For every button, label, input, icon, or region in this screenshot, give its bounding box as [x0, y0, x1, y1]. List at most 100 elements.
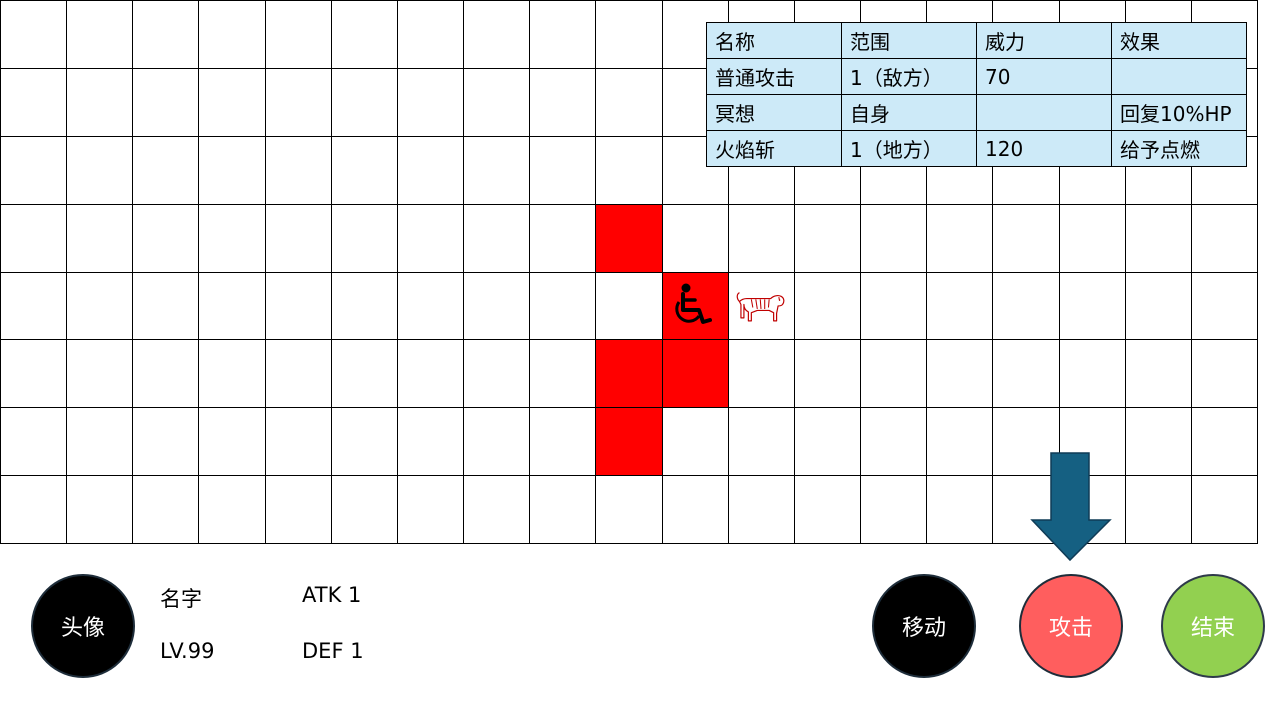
board-cell[interactable] [1125, 272, 1192, 341]
board-cell[interactable] [927, 204, 994, 273]
board-cell[interactable] [464, 408, 531, 477]
board-cell[interactable] [530, 68, 597, 137]
board-cell[interactable] [331, 68, 398, 137]
board-cell[interactable] [67, 136, 134, 205]
board-cell[interactable] [265, 408, 332, 477]
board-cell[interactable] [133, 476, 200, 544]
board-cell[interactable] [265, 1, 332, 69]
board-cell[interactable] [1191, 272, 1258, 341]
board-cell[interactable] [199, 68, 266, 137]
board-cell[interactable] [1191, 340, 1258, 409]
board-cell[interactable] [794, 340, 862, 409]
board-cell[interactable] [199, 136, 266, 205]
board-cell[interactable] [1, 476, 68, 544]
avatar[interactable]: 头像 [31, 574, 135, 678]
board-cell[interactable] [397, 204, 465, 273]
board-cell[interactable] [596, 476, 663, 544]
board-cell[interactable] [67, 272, 134, 341]
board-cell[interactable] [1, 136, 68, 205]
board-cell[interactable] [199, 340, 266, 409]
board-cell[interactable] [1125, 340, 1192, 409]
board-cell[interactable] [133, 68, 200, 137]
board-cell[interactable] [1, 68, 68, 137]
board-cell[interactable] [1, 204, 68, 273]
board-cell[interactable] [728, 340, 795, 409]
board-cell[interactable] [662, 204, 729, 273]
board-cell[interactable] [794, 272, 862, 341]
board-cell[interactable] [265, 68, 332, 137]
board-cell[interactable] [133, 272, 200, 341]
board-cell[interactable] [993, 204, 1060, 273]
board-cell[interactable] [728, 408, 795, 477]
board-cell[interactable] [1191, 204, 1258, 273]
board-cell[interactable] [596, 68, 663, 137]
board-cell[interactable] [67, 340, 134, 409]
board-cell[interactable] [596, 272, 663, 341]
board-cell[interactable] [1191, 408, 1258, 477]
board-cell[interactable] [927, 408, 994, 477]
board-cell[interactable] [662, 476, 729, 544]
board-cell[interactable] [861, 272, 928, 341]
range-cell[interactable] [596, 408, 663, 477]
board-cell[interactable] [397, 476, 465, 544]
board-cell[interactable] [199, 204, 266, 273]
board-cell[interactable] [133, 1, 200, 69]
enemy-cell[interactable] [728, 272, 795, 341]
board-cell[interactable] [464, 68, 531, 137]
board-cell[interactable] [331, 204, 398, 273]
board-cell[interactable] [530, 340, 597, 409]
board-cell[interactable] [133, 340, 200, 409]
move-button[interactable]: 移动 [872, 574, 976, 678]
board-cell[interactable] [265, 476, 332, 544]
board-cell[interactable] [530, 1, 597, 69]
board-cell[interactable] [530, 408, 597, 477]
board-cell[interactable] [265, 204, 332, 273]
board-cell[interactable] [199, 272, 266, 341]
board-cell[interactable] [199, 1, 266, 69]
board-cell[interactable] [464, 272, 531, 341]
board-cell[interactable] [1, 408, 68, 477]
board-cell[interactable] [1191, 476, 1258, 544]
board-cell[interactable] [133, 204, 200, 273]
range-cell[interactable] [662, 340, 729, 409]
board-cell[interactable] [265, 136, 332, 205]
board-cell[interactable] [464, 136, 531, 205]
end-turn-button[interactable]: 结束 [1161, 574, 1265, 678]
player-cell[interactable] [662, 272, 729, 341]
board-cell[interactable] [662, 408, 729, 477]
board-cell[interactable] [331, 476, 398, 544]
attack-button[interactable]: 攻击 [1019, 574, 1123, 678]
board-cell[interactable] [331, 1, 398, 69]
board-cell[interactable] [331, 340, 398, 409]
board-cell[interactable] [530, 476, 597, 544]
board-cell[interactable] [927, 272, 994, 341]
board-cell[interactable] [67, 408, 134, 477]
board-cell[interactable] [861, 204, 928, 273]
board-cell[interactable] [1, 340, 68, 409]
board-cell[interactable] [397, 136, 465, 205]
board-cell[interactable] [464, 340, 531, 409]
board-cell[interactable] [331, 136, 398, 205]
board-cell[interactable] [1125, 204, 1192, 273]
board-cell[interactable] [265, 272, 332, 341]
board-cell[interactable] [861, 340, 928, 409]
board-cell[interactable] [993, 272, 1060, 341]
board-cell[interactable] [1, 272, 68, 341]
board-cell[interactable] [67, 68, 134, 137]
board-cell[interactable] [199, 408, 266, 477]
board-cell[interactable] [331, 408, 398, 477]
board-cell[interactable] [530, 272, 597, 341]
board-cell[interactable] [596, 1, 663, 69]
board-cell[interactable] [1059, 340, 1126, 409]
board-cell[interactable] [67, 1, 134, 69]
board-cell[interactable] [397, 272, 465, 341]
board-cell[interactable] [133, 408, 200, 477]
board-cell[interactable] [397, 1, 465, 69]
board-cell[interactable] [861, 408, 928, 477]
board-cell[interactable] [861, 476, 928, 544]
board-cell[interactable] [794, 408, 862, 477]
board-cell[interactable] [1059, 272, 1126, 341]
board-cell[interactable] [1059, 204, 1126, 273]
board-cell[interactable] [794, 204, 862, 273]
board-cell[interactable] [397, 340, 465, 409]
